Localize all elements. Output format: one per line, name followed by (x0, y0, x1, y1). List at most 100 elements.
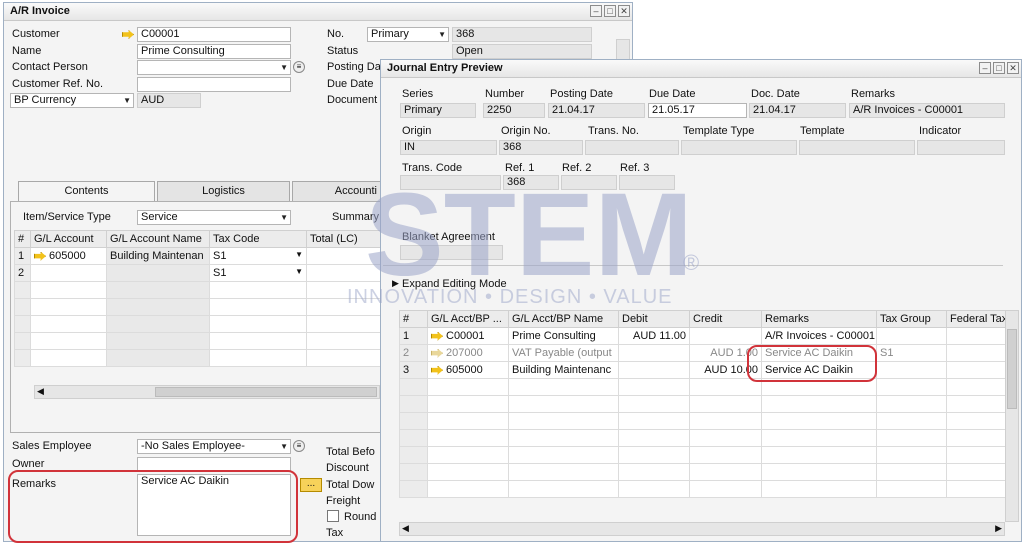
col-tax-code[interactable]: Tax Code (209, 230, 307, 248)
item-type-select[interactable]: Service (137, 210, 291, 225)
col-credit[interactable]: Credit (689, 310, 762, 328)
freight-label: Freight (326, 495, 361, 507)
expand-editing-mode-toggle[interactable]: Expand Editing Mode (402, 278, 507, 290)
scroll-thumb[interactable] (155, 387, 377, 397)
due-date-field[interactable]: 21.05.17 (648, 103, 747, 118)
scroll-right-icon[interactable]: ▶ (995, 523, 1002, 534)
rounding-checkbox[interactable] (327, 510, 339, 522)
col-remarks[interactable]: Remarks (761, 310, 877, 328)
expand-triangle-icon[interactable]: ▶ (392, 278, 399, 289)
col-gl-acct-bp-code[interactable]: G/L Acct/BP ... (427, 310, 509, 328)
template-type-field (681, 140, 797, 155)
col-gl-account[interactable]: G/L Account (30, 230, 107, 248)
no-value: 368 (452, 27, 592, 42)
trans-no-label: Trans. No. (588, 125, 639, 137)
tax-group-cell: S1 (876, 344, 947, 362)
tab-logistics[interactable]: Logistics (157, 181, 290, 201)
col-federal-tax[interactable]: Federal Tax (946, 310, 1007, 328)
table-row (14, 281, 382, 299)
table-row (399, 429, 1006, 447)
template-label: Template (800, 125, 845, 137)
minimize-icon[interactable]: – (979, 62, 991, 74)
tax-code-cell[interactable]: S1 ▼ (209, 264, 307, 282)
total-down-label: Total Dow (326, 479, 375, 491)
currency-select[interactable]: BP Currency (10, 93, 134, 108)
acct-value: 207000 (446, 347, 483, 359)
scroll-left-icon[interactable]: ◀ (37, 386, 44, 397)
sales-employee-select[interactable]: -No Sales Employee- (137, 439, 291, 454)
no-label: No. (327, 28, 345, 40)
contents-grid: # G/L Account G/L Account Name Tax Code … (14, 230, 382, 367)
status-value: Open (452, 44, 592, 59)
maximize-icon[interactable]: □ (993, 62, 1005, 74)
due-date-label: Due Date (649, 88, 696, 100)
chevron-down-icon[interactable]: ▼ (295, 267, 303, 276)
table-row[interactable]: 1 605000 Building Maintenan S1 ▼ (14, 247, 382, 265)
journal-vertical-scrollbar[interactable] (1005, 310, 1019, 522)
origin-field: IN (400, 140, 497, 155)
link-arrow-icon[interactable] (122, 30, 134, 39)
info-icon[interactable]: ≡ (293, 61, 305, 73)
customer-field[interactable]: C00001 (137, 27, 291, 42)
total-before-label: Total Befo (326, 446, 375, 458)
ellipsis-button[interactable]: ... (300, 478, 322, 492)
close-icon[interactable]: ✕ (1007, 62, 1019, 74)
grid-horizontal-scrollbar[interactable]: ◀ (34, 385, 380, 399)
scroll-left-icon[interactable]: ◀ (402, 523, 409, 534)
federal-tax-cell (946, 361, 1006, 379)
table-row (399, 446, 1006, 464)
link-arrow-icon[interactable] (431, 365, 443, 375)
currency-value: AUD (137, 93, 201, 108)
tab-accounting[interactable]: Accounti (292, 181, 382, 201)
acct-cell[interactable]: C00001 (427, 327, 509, 345)
link-arrow-icon[interactable] (34, 251, 46, 261)
origin-label: Origin (402, 125, 432, 137)
acct-cell[interactable]: 605000 (427, 361, 509, 379)
close-icon[interactable]: ✕ (618, 5, 630, 17)
row-num: 3 (399, 361, 428, 379)
debit-cell (618, 361, 690, 379)
table-row[interactable]: 2 207000 VAT Payable (output AUD 1.00 Se… (399, 344, 1006, 362)
total-cell[interactable] (306, 247, 382, 265)
row-num: 1 (14, 247, 31, 265)
scroll-thumb[interactable] (1007, 329, 1017, 409)
link-arrow-icon[interactable] (431, 331, 443, 341)
link-arrow-icon[interactable] (431, 348, 443, 358)
info-icon[interactable]: ≡ (293, 440, 305, 452)
table-row[interactable]: 3 605000 Building Maintenanc AUD 10.00 S… (399, 361, 1006, 379)
col-debit[interactable]: Debit (618, 310, 690, 328)
discount-label: Discount (326, 462, 369, 474)
col-tax-group[interactable]: Tax Group (876, 310, 947, 328)
gl-account-cell[interactable]: 605000 (30, 247, 107, 265)
no-series-select[interactable]: Primary (367, 27, 449, 42)
posting-date-label: Posting Date (550, 88, 613, 100)
journal-entry-preview-window: Journal Entry Preview – □ ✕ Series Numbe… (380, 59, 1022, 542)
remarks-cell: A/R Invoices - C00001 (761, 327, 877, 345)
summary-label: Summary (332, 211, 380, 223)
col-total-lc[interactable]: Total (LC) (306, 230, 382, 248)
tab-contents[interactable]: Contents (18, 181, 155, 202)
name-field[interactable]: Prime Consulting (137, 44, 291, 59)
col-gl-account-name[interactable]: G/L Account Name (106, 230, 210, 248)
chevron-down-icon[interactable]: ▼ (295, 250, 303, 259)
number-label: Number (485, 88, 525, 100)
ar-invoice-title: A/R Invoice (10, 5, 70, 17)
maximize-icon[interactable]: □ (604, 5, 616, 17)
federal-tax-cell (946, 344, 1006, 362)
tax-code-value: S1 (213, 267, 227, 279)
minimize-icon[interactable]: – (590, 5, 602, 17)
contact-person-select[interactable] (137, 60, 291, 75)
origin-no-field: 368 (499, 140, 583, 155)
tax-code-cell[interactable]: S1 ▼ (209, 247, 307, 265)
col-gl-acct-bp-name[interactable]: G/L Acct/BP Name (508, 310, 619, 328)
journal-horizontal-scrollbar[interactable]: ◀ ▶ (399, 522, 1005, 536)
table-row[interactable]: 2 S1 ▼ (14, 264, 382, 282)
acct-cell[interactable]: 207000 (427, 344, 509, 362)
table-row[interactable]: 1 C00001 Prime Consulting AUD 11.00 A/R … (399, 327, 1006, 345)
customer-ref-field[interactable] (137, 77, 291, 92)
table-row (14, 315, 382, 333)
gl-account-cell[interactable] (30, 264, 107, 282)
item-type-label: Item/Service Type (23, 211, 111, 223)
total-cell[interactable] (306, 264, 382, 282)
name-cell: VAT Payable (output (508, 344, 619, 362)
